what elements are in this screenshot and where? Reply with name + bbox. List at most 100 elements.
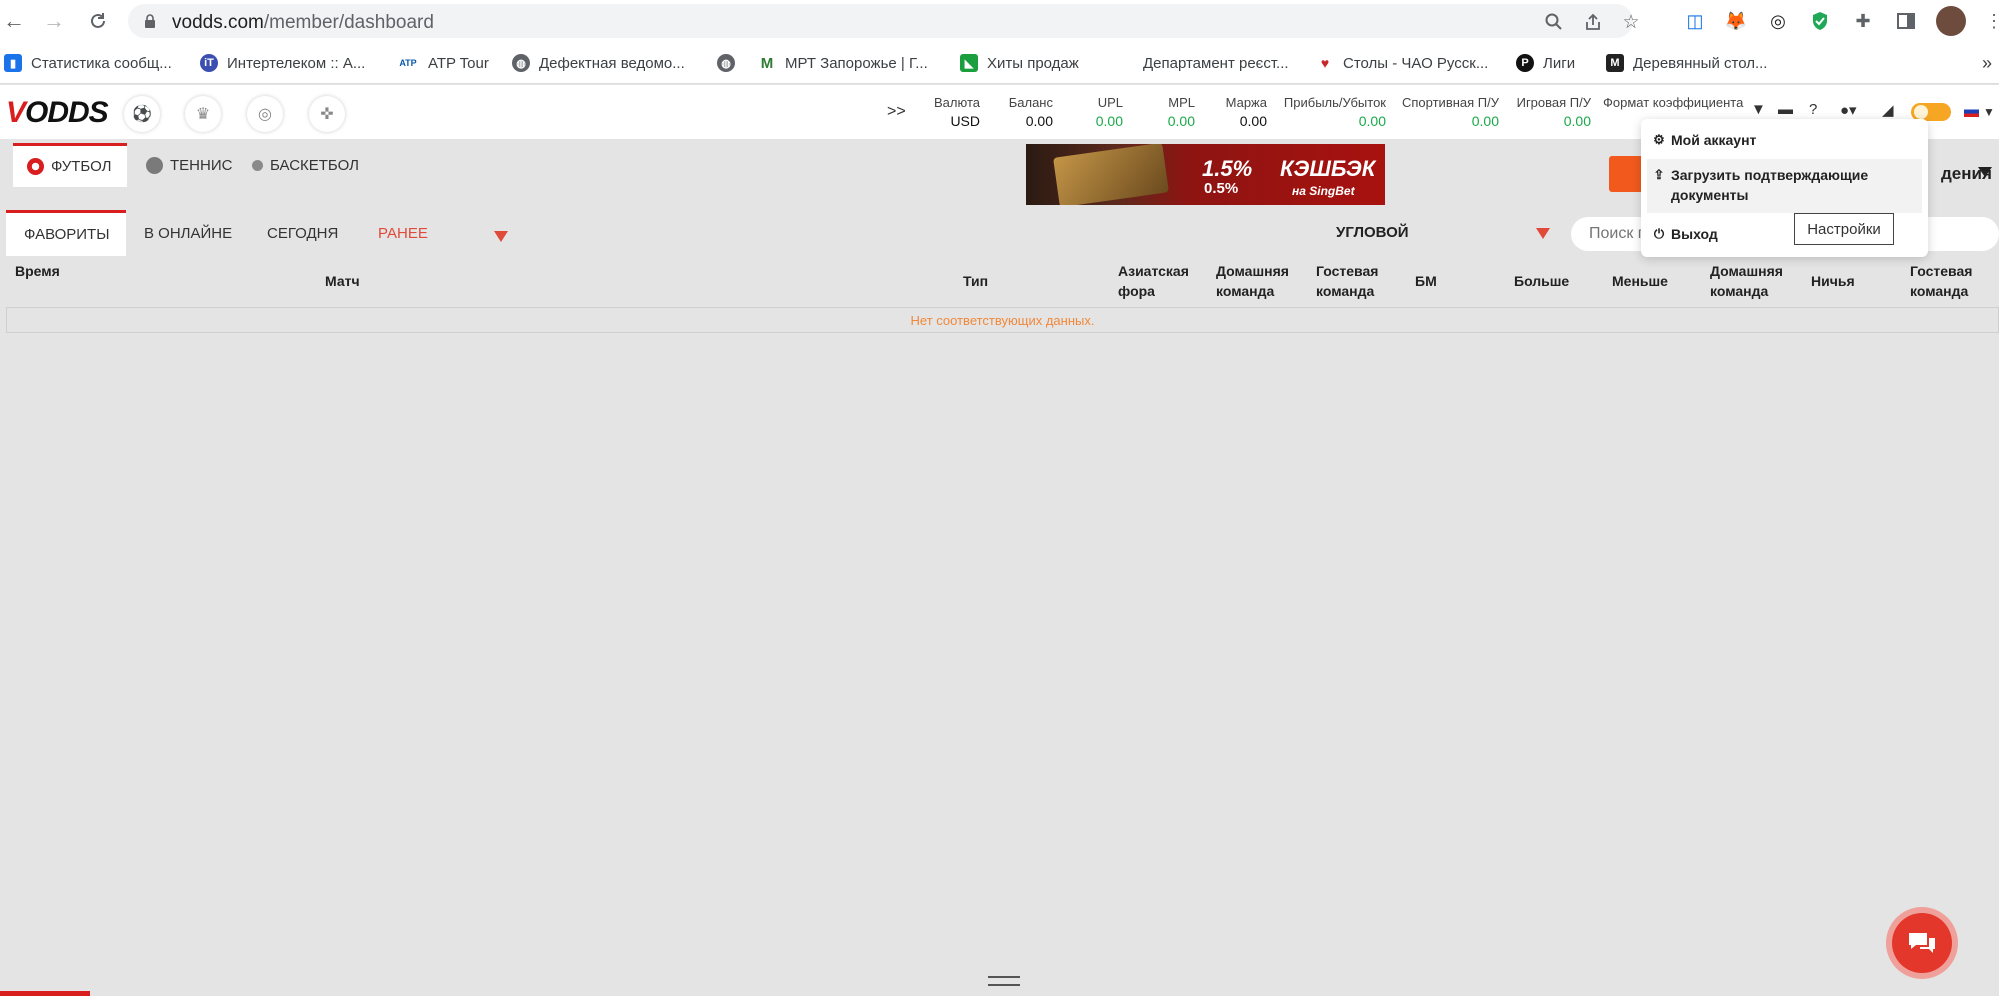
- shield-extension-icon[interactable]: [1808, 9, 1832, 33]
- col-over[interactable]: Больше: [1514, 271, 1569, 291]
- banner-percent-sub: 0.5%: [1204, 180, 1239, 197]
- caret-down-icon[interactable]: [1978, 167, 1992, 177]
- browser-toolbar: ← → vodds.com/member/dashboard ☆ ◫ 🦊 ◎ ✚…: [0, 0, 1999, 42]
- forward-icon[interactable]: →: [42, 8, 66, 33]
- stat-game-pl: Игровая П/У 0.00: [1516, 95, 1591, 129]
- col-match[interactable]: Матч: [325, 271, 360, 291]
- url-text: vodds.com/member/dashboard: [172, 12, 434, 33]
- bookmarks-bar: ▮ Статистика сообщ... iT Интертелеком :: А…: [0, 42, 1999, 84]
- back-icon[interactable]: ←: [2, 8, 26, 33]
- odds-table-header: Время Матч Тип Азиатская фора Домашняя к…: [0, 256, 1999, 306]
- bookmark-star-icon[interactable]: ☆: [1620, 11, 1642, 33]
- gear-icon: ⚙: [1653, 132, 1665, 147]
- extensions-puzzle-icon[interactable]: ✚: [1851, 9, 1875, 33]
- tab-basketball[interactable]: БАСКЕТБОЛ: [238, 143, 373, 187]
- soccer-ball-icon: [27, 158, 44, 175]
- resize-handle[interactable]: [988, 976, 1020, 986]
- tab-live[interactable]: В ОНЛАЙНЕ: [126, 210, 250, 256]
- bookmark-item[interactable]: ◍: [717, 52, 744, 74]
- col-bm[interactable]: БМ: [1415, 271, 1437, 291]
- bookmark-item[interactable]: ◍ Дефектная ведомо...: [512, 52, 685, 74]
- globe-icon: ◍: [717, 54, 735, 72]
- upload-icon: ⇪: [1653, 167, 1665, 182]
- chat-bubbles-icon: [1892, 913, 1952, 973]
- m-icon: M: [1606, 54, 1624, 72]
- zoom-icon[interactable]: [1543, 11, 1565, 33]
- side-panel-icon[interactable]: [1894, 9, 1918, 33]
- odds-format-caret-icon[interactable]: ▼: [1751, 101, 1766, 118]
- bookmark-item[interactable]: M Деревянный стол...: [1606, 52, 1767, 74]
- gamepad-icon[interactable]: ✜: [309, 96, 345, 132]
- address-bar[interactable]: vodds.com/member/dashboard ☆: [128, 4, 1640, 38]
- market-select[interactable]: УГЛОВОЙ: [1336, 224, 1409, 241]
- bookmark-item[interactable]: M МРТ Запорожье | Г...: [758, 52, 928, 74]
- col-asian-handicap[interactable]: Азиатская фора: [1118, 261, 1198, 301]
- menu-item-upload-documents[interactable]: ⇪ Загрузить подтверждающие документы: [1647, 159, 1922, 213]
- language-caret-icon[interactable]: ▼: [1983, 105, 1995, 119]
- col-under[interactable]: Меньше: [1612, 271, 1668, 291]
- stat-mpl: MPL 0.00: [1167, 95, 1195, 129]
- chat-button[interactable]: [1886, 907, 1958, 979]
- odds-format-label[interactable]: Формат коэффициента: [1603, 95, 1743, 110]
- mrt-icon: M: [758, 54, 776, 72]
- menu-kebab-icon[interactable]: ⋮: [1982, 9, 1999, 33]
- menu-item-my-account[interactable]: ⚙ Мой аккаунт: [1647, 127, 1922, 153]
- user-icon[interactable]: ●▾: [1840, 101, 1857, 119]
- profile-avatar[interactable]: [1936, 6, 1966, 36]
- extension-translate-icon[interactable]: ◫: [1683, 9, 1707, 33]
- p-icon: P: [1516, 54, 1534, 72]
- reload-icon[interactable]: [86, 9, 110, 33]
- stat-profit-loss: Прибыль/Убыток 0.00: [1283, 95, 1386, 129]
- bottom-accent-strip: [0, 991, 90, 996]
- bookmark-item[interactable]: ♥ Столы - ЧАО Русск...: [1316, 52, 1488, 74]
- wallet-icon[interactable]: ▬: [1778, 101, 1793, 118]
- col-draw[interactable]: Ничья: [1811, 271, 1855, 291]
- col-away-team-2[interactable]: Гостевая команда: [1910, 261, 1988, 301]
- tab-football[interactable]: ФУТБОЛ: [13, 143, 127, 187]
- atp-icon: ATP: [397, 54, 419, 72]
- roulette-icon[interactable]: ◎: [247, 96, 283, 132]
- stat-sport-pl: Спортивная П/У 0.00: [1402, 95, 1499, 129]
- empty-state-message: Нет соответствующих данных.: [6, 307, 1999, 333]
- tab-favorites[interactable]: ФАВОРИТЫ: [6, 210, 126, 256]
- tab-tennis[interactable]: ТЕННИС: [132, 143, 246, 187]
- col-time[interactable]: Время: [15, 261, 60, 281]
- tab-early[interactable]: РАНЕЕ: [360, 210, 446, 256]
- vodds-logo[interactable]: VODDS: [6, 96, 109, 130]
- tab-today[interactable]: СЕГОДНЯ: [249, 210, 356, 256]
- col-away-team[interactable]: Гостевая команда: [1316, 261, 1394, 301]
- bookmark-item[interactable]: ATP ATP Tour: [397, 52, 489, 74]
- bookmark-item[interactable]: P Лиги: [1516, 52, 1575, 74]
- expand-stats-button[interactable]: >>: [887, 103, 906, 121]
- market-dropdown-caret-icon[interactable]: [1536, 228, 1550, 239]
- bookmark-item[interactable]: iT Интертелеком :: А...: [200, 52, 365, 74]
- bookmark-item[interactable]: ▮ Статистика сообщ...: [4, 52, 172, 74]
- stat-balance: Баланс 0.00: [1008, 95, 1053, 129]
- stat-currency: Валюта USD: [934, 95, 980, 129]
- soccer-ball-icon[interactable]: ⚽: [124, 96, 160, 132]
- col-home-team-2[interactable]: Домашняя команда: [1710, 261, 1794, 301]
- col-home-team[interactable]: Домашняя команда: [1216, 261, 1300, 301]
- stat-upl: UPL 0.00: [1095, 95, 1123, 129]
- settings-tooltip: Настройки: [1794, 213, 1894, 245]
- bookmark-item[interactable]: Департамент реєст...: [1143, 52, 1289, 74]
- volume-icon[interactable]: ◢: [1882, 101, 1894, 119]
- wallet-coins-image: [1053, 144, 1169, 205]
- metamask-fox-icon[interactable]: 🦊: [1724, 9, 1748, 33]
- language-flag-icon[interactable]: [1964, 106, 1979, 117]
- col-type[interactable]: Тип: [963, 271, 988, 291]
- crown-icon[interactable]: ♛: [185, 96, 221, 132]
- cashback-banner[interactable]: 1.5% 0.5% КЭШБЭК на SingBet: [1026, 144, 1385, 205]
- help-icon[interactable]: ?: [1809, 101, 1817, 118]
- extension-link-icon[interactable]: ◎: [1766, 9, 1790, 33]
- bar-chart-icon: ▮: [4, 54, 22, 72]
- share-icon[interactable]: [1582, 11, 1604, 33]
- bookmarks-overflow-button[interactable]: »: [1982, 52, 1992, 74]
- early-dropdown-caret-icon[interactable]: [494, 231, 508, 242]
- stat-margin: Маржа 0.00: [1225, 95, 1267, 129]
- banner-percent: 1.5%: [1202, 156, 1253, 181]
- bookmark-item[interactable]: ◣ Хиты продаж: [960, 52, 1079, 74]
- tennis-ball-icon: [146, 156, 163, 174]
- basketball-icon: [252, 159, 263, 171]
- intertelecom-icon: iT: [200, 54, 218, 72]
